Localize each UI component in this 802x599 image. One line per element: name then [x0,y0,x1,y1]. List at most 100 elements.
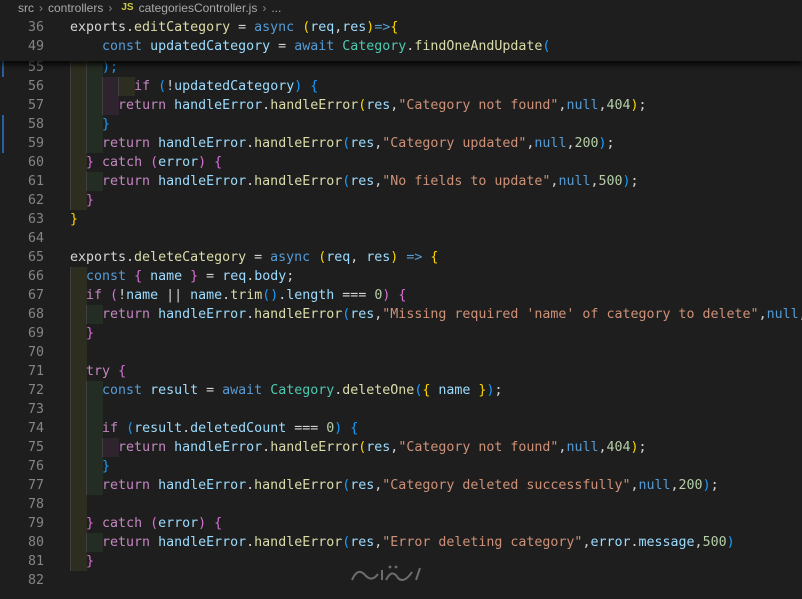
code-line[interactable]: 70 [0,343,802,362]
code-token: req [222,269,247,284]
code-token: handleError [270,440,359,455]
code-line[interactable]: 68 return handleError.handleError(res,"M… [0,305,802,324]
line-number: 66 [27,269,44,284]
breadcrumb-symbol[interactable]: ... [271,0,281,16]
code-text: return handleError.handleError(res,"Miss… [70,305,802,324]
code-token: "Category updated" [382,136,527,151]
code-line[interactable]: 58 } [0,115,802,134]
line-number: 61 [27,174,44,189]
code-line[interactable]: 64 [0,229,802,248]
code-token: , [758,307,767,322]
code-line[interactable]: 73 [0,400,802,419]
code-line[interactable]: 76 } [0,457,802,476]
code-line[interactable]: 67 if (!name || name.trim().length === 0… [0,286,802,305]
code-token: "Category not found" [398,440,559,455]
code-token: . [246,174,255,189]
code-token: handleError [254,478,343,493]
code-token: === [334,288,375,303]
code-line[interactable]: 72 const result = await Category.deleteO… [0,381,802,400]
code-token: { [134,269,143,284]
code-token: = [246,250,271,265]
code-token: "Category deleted successfully" [382,478,631,493]
code-line[interactable]: 78 [0,495,802,514]
code-line[interactable]: 79 } catch (error) { [0,514,802,533]
code-token: error [158,155,199,170]
code-token: async [270,250,311,265]
code-line[interactable]: 62 } [0,191,802,210]
code-token: , [694,535,703,550]
code-line[interactable]: 71 try { [0,362,802,381]
breadcrumb-src[interactable]: src [18,0,34,16]
code-token: handleError [254,174,343,189]
code-line[interactable]: 75 return handleError.handleError(res,"C… [0,438,802,457]
code-token: . [182,421,191,436]
code-token: = [270,39,295,54]
code-token: const [86,269,127,284]
breadcrumb-controllers[interactable]: controllers [48,0,103,16]
code-token: result [150,383,199,398]
line-number: 63 [27,212,44,227]
line-number: 68 [27,307,44,322]
code-line[interactable]: 59 return handleError.handleError(res,"C… [0,134,802,153]
code-text: try { [70,362,126,381]
sticky-scroll-header[interactable]: 36 exports.editCategory = async (req,res)… [0,16,802,61]
code-token: req [326,250,351,265]
indent-guide [86,400,103,419]
code-token: res [342,20,367,35]
code-token: , [799,307,802,322]
code-line[interactable]: 56 if (!updatedCategory) { [0,77,802,96]
code-token: 200 [574,136,599,151]
code-token: res [366,98,391,113]
code-token: ( [158,79,167,94]
code-line[interactable]: 77 return handleError.handleError(res,"C… [0,476,802,495]
code-line[interactable]: 80 return handleError.handleError(res,"E… [0,533,802,552]
code-token: result [134,421,183,436]
code-line[interactable]: 65 exports.deleteCategory = async (req, r… [0,248,802,267]
code-token: res [350,174,375,189]
code-token: handleError [254,307,343,322]
code-line[interactable]: 63} [0,210,802,229]
code-token: 200 [678,478,703,493]
code-line[interactable]: 57 return handleError.handleError(res,"C… [0,96,802,115]
code-token: exports. [70,250,135,265]
git-modified-marker[interactable] [2,115,4,153]
line-number: 71 [27,364,44,379]
code-token: { [390,20,399,35]
code-token: => [374,20,391,35]
code-token: 404 [606,98,631,113]
code-line[interactable]: 74 if (result.deletedCount === 0) { [0,419,802,438]
line-number: 73 [27,402,44,417]
code-text: if (result.deletedCount === 0) { [70,419,358,438]
code-line[interactable]: 66 const { name } = req.body; [0,267,802,286]
breadcrumb-file[interactable]: categoriesController.js [139,0,258,16]
code-line[interactable]: 36 exports.editCategory = async (req,res)… [0,18,802,37]
line-number: 62 [27,193,44,208]
line-number: 64 [27,231,44,246]
code-token: message [638,535,695,550]
code-text: const result = await Category.deleteOne(… [70,381,502,400]
code-line[interactable]: 69 } [0,324,802,343]
code-token: , [670,478,679,493]
code-editor[interactable]: 36 exports.editCategory = async (req,res)… [0,16,802,599]
code-line[interactable]: 61 return handleError.handleError(res,"N… [0,172,802,191]
code-line[interactable]: 60 } catch (error) { [0,153,802,172]
code-line[interactable]: 49 const updatedCategory = await Categor… [0,37,802,56]
